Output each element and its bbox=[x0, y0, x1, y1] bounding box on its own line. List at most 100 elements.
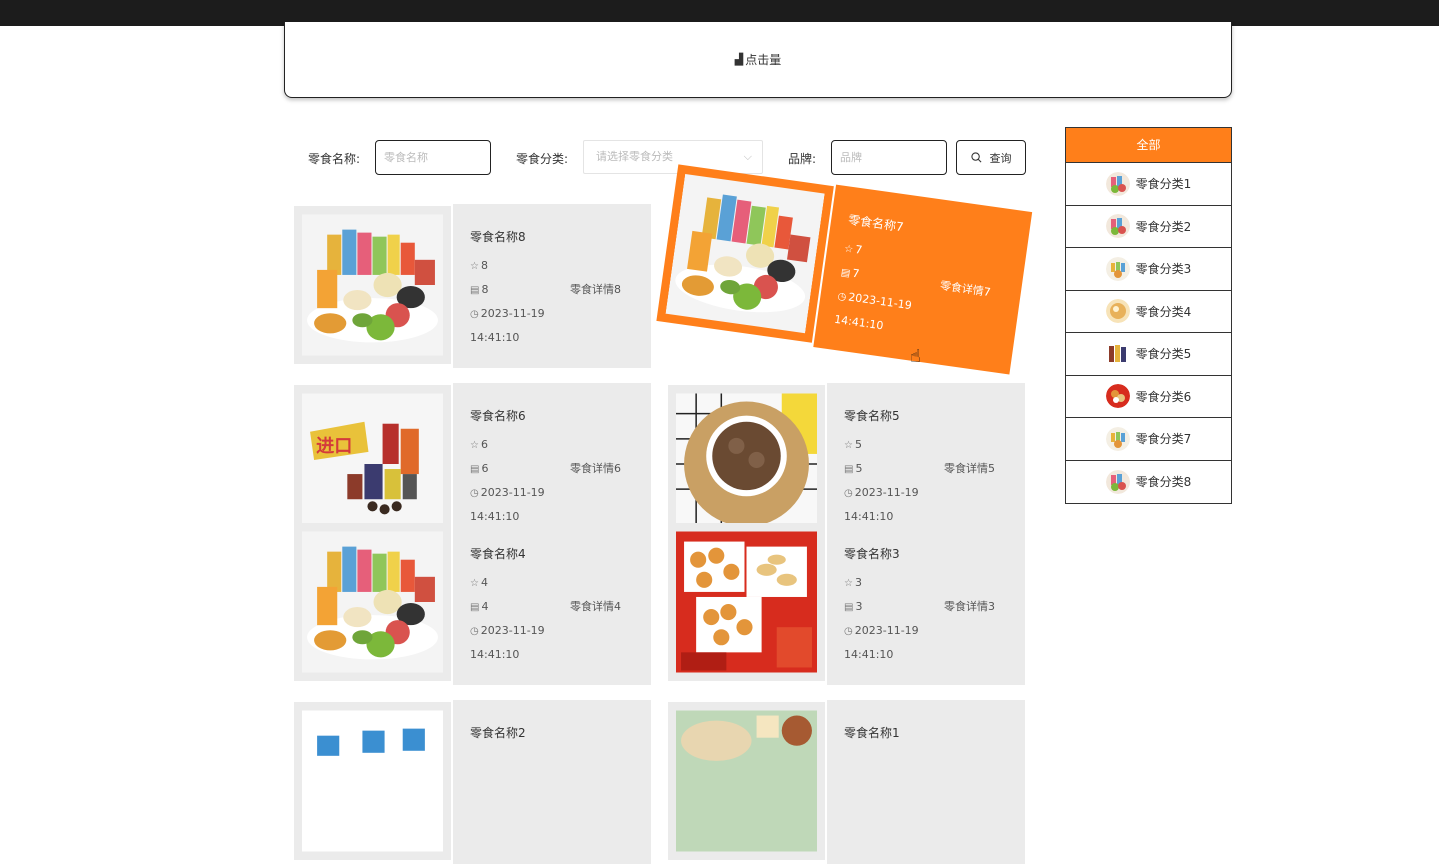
category-all[interactable]: 全部 bbox=[1066, 128, 1231, 163]
category-thumbnail bbox=[1106, 214, 1130, 238]
snack-name[interactable]: 零食名称6 bbox=[470, 407, 634, 424]
star-icon: ☆ bbox=[844, 578, 853, 589]
category-label: 零食分类7 bbox=[1135, 432, 1192, 447]
category-thumbnail bbox=[1106, 470, 1130, 494]
category-item[interactable]: 零食分类8 bbox=[1066, 461, 1231, 504]
snack-comments: 8 bbox=[481, 283, 489, 296]
snack-time: 14:41:10 bbox=[833, 312, 885, 333]
category-thumbnail bbox=[1106, 342, 1130, 366]
snack-date: 2023-11-19 bbox=[854, 624, 919, 637]
chevron-down-icon: ⌵ bbox=[743, 150, 752, 163]
snack-image-frame bbox=[668, 385, 825, 543]
category-label: 零食分类1 bbox=[1135, 177, 1192, 192]
snack-name[interactable]: 零食名称1 bbox=[844, 724, 1008, 741]
category-label: 零食分类6 bbox=[1135, 389, 1192, 404]
snack-stars: 7 bbox=[854, 242, 864, 257]
snack-stars: 6 bbox=[480, 438, 488, 451]
category-item[interactable]: 零食分类3 bbox=[1066, 248, 1231, 291]
category-select-value: 请选择零食分类 bbox=[596, 150, 673, 163]
snack-image-frame bbox=[294, 385, 451, 543]
search-button[interactable]: 查询 bbox=[956, 140, 1026, 175]
snack-info: 零食名称3 ☆ 3 ▤ 3 零食详情3 ◷ 2023-11-19 14:41:10 bbox=[827, 521, 1025, 685]
snack-stars: 8 bbox=[480, 259, 488, 272]
star-icon: ☆ bbox=[843, 243, 854, 256]
snack-date: 2023-11-19 bbox=[480, 624, 545, 637]
hit-count-panel: ▟ 点击量 bbox=[284, 22, 1232, 98]
snack-image[interactable] bbox=[302, 531, 443, 673]
snack-image[interactable] bbox=[676, 531, 817, 673]
star-icon: ☆ bbox=[470, 261, 479, 272]
snack-image-frame bbox=[656, 164, 834, 343]
snack-card-hovered[interactable]: 零食名称7 ☆7 ▤7 零食详情7 ◷2023-11-19 14:41:10 bbox=[656, 164, 1033, 375]
snack-info: 零食名称8 ☆ 8 ▤ 8 零食详情8 ◷ 2023-11-19 14:41:10 bbox=[453, 204, 651, 368]
category-label: 零食分类2 bbox=[1135, 219, 1192, 234]
category-item[interactable]: 零食分类2 bbox=[1066, 206, 1231, 248]
name-input[interactable]: 零食名称 bbox=[375, 140, 491, 175]
snack-image-frame bbox=[668, 523, 825, 681]
snack-info: 零食名称4 ☆ 4 ▤ 4 零食详情4 ◷ 2023-11-19 14:41:10 bbox=[453, 521, 651, 685]
snack-detail: 零食详情4 bbox=[570, 600, 621, 613]
category-item[interactable]: 零食分类1 bbox=[1066, 163, 1231, 206]
star-icon: ☆ bbox=[470, 440, 479, 451]
category-item[interactable]: 零食分类4 bbox=[1066, 291, 1231, 333]
snack-info: 零食名称7 ☆7 ▤7 零食详情7 ◷2023-11-19 14:41:10 bbox=[813, 184, 1033, 375]
snack-image[interactable] bbox=[302, 214, 443, 356]
snack-date: 2023-11-19 bbox=[854, 486, 919, 499]
star-icon: ☆ bbox=[844, 440, 853, 451]
snack-time: 14:41:10 bbox=[470, 331, 520, 344]
snack-comments: 5 bbox=[855, 462, 863, 475]
category-label: 零食分类8 bbox=[1135, 475, 1192, 490]
category-item[interactable]: 零食分类7 bbox=[1066, 418, 1231, 461]
snack-comments: 7 bbox=[851, 266, 861, 281]
clock-icon: ◷ bbox=[836, 290, 847, 304]
category-item[interactable]: 零食分类6 bbox=[1066, 376, 1231, 418]
snack-name[interactable]: 零食名称2 bbox=[470, 724, 634, 741]
snack-info: 零食名称2 bbox=[453, 700, 651, 864]
category-label: 零食分类4 bbox=[1135, 304, 1192, 319]
snack-name[interactable]: 零食名称3 bbox=[844, 545, 1008, 562]
snack-image-frame bbox=[294, 523, 451, 681]
snack-comments: 3 bbox=[855, 600, 863, 613]
snack-comments: 6 bbox=[481, 462, 489, 475]
comment-icon: ▤ bbox=[844, 602, 854, 613]
snack-stars: 4 bbox=[480, 576, 488, 589]
snack-date: 2023-11-19 bbox=[847, 290, 913, 313]
snack-image[interactable] bbox=[676, 393, 817, 535]
snack-stars: 5 bbox=[854, 438, 862, 451]
bar-chart-icon: ▟ bbox=[734, 53, 744, 66]
snack-name[interactable]: 零食名称5 bbox=[844, 407, 1008, 424]
clock-icon: ◷ bbox=[470, 626, 479, 637]
search-button-label: 查询 bbox=[989, 151, 1012, 165]
snack-image[interactable] bbox=[665, 173, 824, 333]
comment-icon: ▤ bbox=[470, 464, 480, 475]
category-thumbnail bbox=[1106, 257, 1130, 281]
snack-image[interactable] bbox=[302, 710, 443, 852]
clock-icon: ◷ bbox=[844, 488, 853, 499]
category-thumbnail bbox=[1106, 427, 1130, 451]
category-select[interactable]: 请选择零食分类 ⌵ bbox=[583, 140, 763, 174]
name-label: 零食名称: bbox=[308, 152, 361, 166]
category-label: 零食分类3 bbox=[1135, 262, 1192, 277]
category-label: 零食分类: bbox=[516, 152, 569, 166]
snack-date: 2023-11-19 bbox=[480, 307, 545, 320]
brand-label: 品牌: bbox=[788, 152, 817, 166]
snack-stars: 3 bbox=[854, 576, 862, 589]
snack-image[interactable] bbox=[302, 393, 443, 535]
brand-input[interactable]: 品牌 bbox=[831, 140, 947, 175]
snack-name[interactable]: 零食名称8 bbox=[470, 228, 634, 245]
snack-name[interactable]: 零食名称4 bbox=[470, 545, 634, 562]
snack-date: 2023-11-19 bbox=[480, 486, 545, 499]
snack-image[interactable] bbox=[676, 710, 817, 852]
category-sidebar: 全部 零食分类1 零食分类2 零食分类3 零食分类4 零食分类5 零食分类6 零… bbox=[1065, 127, 1232, 504]
snack-image-frame bbox=[294, 206, 451, 364]
category-thumbnail bbox=[1106, 299, 1130, 323]
search-icon bbox=[970, 152, 981, 163]
category-thumbnail bbox=[1106, 172, 1130, 196]
snack-detail: 零食详情3 bbox=[944, 600, 995, 613]
hand-cursor-icon: ☝ bbox=[910, 346, 921, 367]
snack-detail: 零食详情5 bbox=[944, 462, 995, 475]
snack-detail: 零食详情6 bbox=[570, 462, 621, 475]
category-item[interactable]: 零食分类5 bbox=[1066, 333, 1231, 376]
snack-image-frame bbox=[294, 702, 451, 860]
star-icon: ☆ bbox=[470, 578, 479, 589]
